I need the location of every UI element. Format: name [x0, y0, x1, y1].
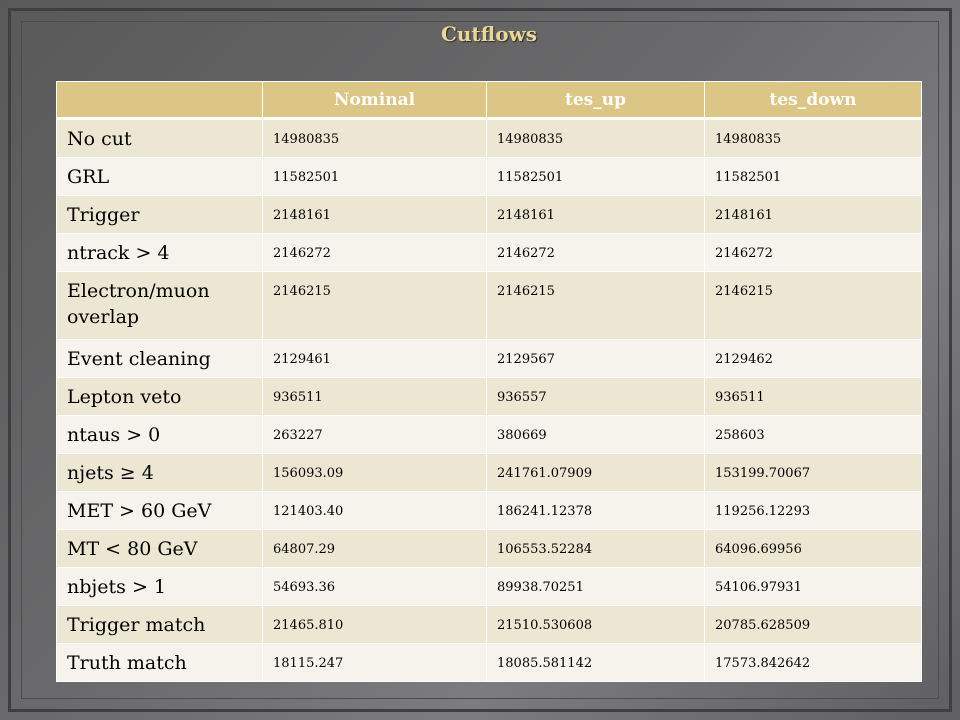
table-row: Trigger 2148161 2148161 2148161 — [56, 195, 922, 234]
cut-label: ntrack > 4 — [56, 233, 263, 272]
tes-up-value: 106553.52284 — [486, 529, 705, 568]
tes-down-value: 936511 — [704, 377, 922, 416]
table-row: Lepton veto 936511 936557 936511 — [56, 377, 922, 416]
table-row: No cut 14980835 14980835 14980835 — [56, 118, 922, 158]
tes-down-value: 2146215 — [704, 271, 922, 340]
nominal-value: 14980835 — [262, 118, 487, 158]
cut-label: Electron/muon overlap — [56, 271, 263, 340]
table-row: GRL 11582501 11582501 11582501 — [56, 157, 922, 196]
tes-up-value: 14980835 — [486, 118, 705, 158]
table-row: Event cleaning 2129461 2129567 2129462 — [56, 339, 922, 378]
cut-label: GRL — [56, 157, 263, 196]
cut-label: Trigger — [56, 195, 263, 234]
column-header-cut — [56, 81, 263, 120]
cut-label: No cut — [56, 118, 263, 158]
tes-down-value: 20785.628509 — [704, 605, 922, 644]
tes-down-value: 14980835 — [704, 118, 922, 158]
cut-label: Event cleaning — [56, 339, 263, 378]
tes-up-value: 2146215 — [486, 271, 705, 340]
tes-up-value: 936557 — [486, 377, 705, 416]
nominal-value: 936511 — [262, 377, 487, 416]
table-row: Truth match 18115.247 18085.581142 17573.84… — [56, 643, 922, 682]
cut-label: nbjets > 1 — [56, 567, 263, 606]
cut-label: ntaus > 0 — [56, 415, 263, 454]
nominal-value: 2148161 — [262, 195, 487, 234]
table-body: No cut 14980835 14980835 14980835 GRL 1158250… — [56, 118, 922, 682]
tes-down-value: 153199.70067 — [704, 453, 922, 492]
tes-up-value: 89938.70251 — [486, 567, 705, 606]
column-header-tes-up: tes_up — [486, 81, 705, 120]
cut-label: Lepton veto — [56, 377, 263, 416]
cutflow-table: Nominal tes_up tes_down No cut 14980835 14… — [56, 81, 922, 682]
nominal-value: 2129461 — [262, 339, 487, 378]
tes-up-value: 18085.581142 — [486, 643, 705, 682]
nominal-value: 156093.09 — [262, 453, 487, 492]
tes-up-value: 186241.12378 — [486, 491, 705, 530]
nominal-value: 263227 — [262, 415, 487, 454]
tes-down-value: 64096.69956 — [704, 529, 922, 568]
tes-up-value: 2148161 — [486, 195, 705, 234]
table-row: njets ≥ 4 156093.09 241761.07909 153199.700… — [56, 453, 922, 492]
nominal-value: 121403.40 — [262, 491, 487, 530]
nominal-value: 18115.247 — [262, 643, 487, 682]
table-row: MET > 60 GeV 121403.40 186241.12378 119256.… — [56, 491, 922, 530]
tes-up-value: 2129567 — [486, 339, 705, 378]
slide-title: Cutflows — [440, 22, 538, 46]
nominal-value: 2146272 — [262, 233, 487, 272]
nominal-value: 54693.36 — [262, 567, 487, 606]
tes-down-value: 11582501 — [704, 157, 922, 196]
nominal-value: 11582501 — [262, 157, 487, 196]
cut-label: njets ≥ 4 — [56, 453, 263, 492]
table-row: nbjets > 1 54693.36 89938.70251 54106.97931 — [56, 567, 922, 606]
column-header-tes-down: tes_down — [704, 81, 922, 120]
table-row: Trigger match 21465.810 21510.530608 20785.… — [56, 605, 922, 644]
tes-down-value: 2129462 — [704, 339, 922, 378]
tes-up-value: 2146272 — [486, 233, 705, 272]
cut-label: Trigger match — [56, 605, 263, 644]
nominal-value: 21465.810 — [262, 605, 487, 644]
tes-down-value: 2146272 — [704, 233, 922, 272]
table-row: ntrack > 4 2146272 2146272 2146272 — [56, 233, 922, 272]
tes-up-value: 21510.530608 — [486, 605, 705, 644]
cut-label: Truth match — [56, 643, 263, 682]
tes-up-value: 380669 — [486, 415, 705, 454]
tes-down-value: 2148161 — [704, 195, 922, 234]
cut-label: MET > 60 GeV — [56, 491, 263, 530]
tes-down-value: 54106.97931 — [704, 567, 922, 606]
tes-down-value: 258603 — [704, 415, 922, 454]
tes-down-value: 17573.842642 — [704, 643, 922, 682]
nominal-value: 2146215 — [262, 271, 487, 340]
tes-up-value: 11582501 — [486, 157, 705, 196]
table-row: ntaus > 0 263227 380669 258603 — [56, 415, 922, 454]
column-header-nominal: Nominal — [262, 81, 487, 120]
nominal-value: 64807.29 — [262, 529, 487, 568]
table-header-row: Nominal tes_up tes_down — [56, 81, 922, 120]
tes-up-value: 241761.07909 — [486, 453, 705, 492]
tes-down-value: 119256.12293 — [704, 491, 922, 530]
table-row: Electron/muon overlap 2146215 2146215 21462… — [56, 271, 922, 340]
table-row: MT < 80 GeV 64807.29 106553.52284 64096.699… — [56, 529, 922, 568]
cut-label: MT < 80 GeV — [56, 529, 263, 568]
